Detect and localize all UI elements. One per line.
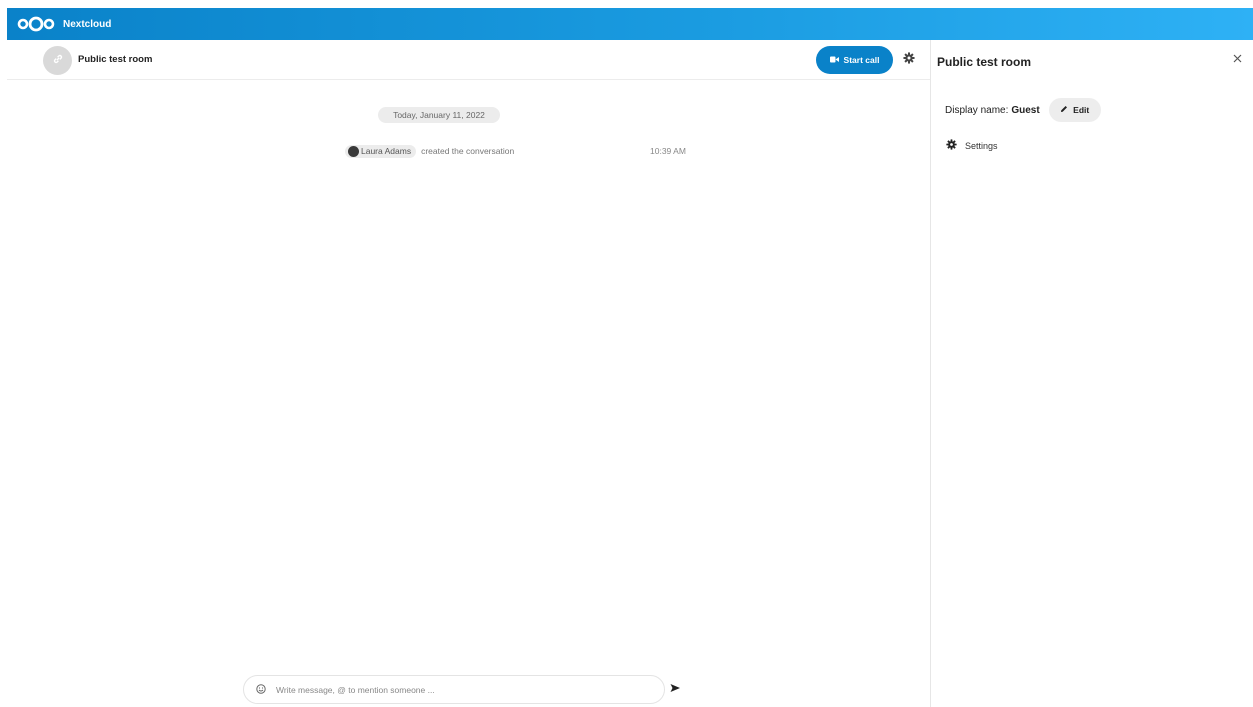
start-call-label: Start call: [843, 55, 880, 65]
edit-label: Edit: [1073, 105, 1090, 115]
system-message-text: created the conversation: [421, 146, 515, 156]
mention-name: Laura Adams: [361, 146, 412, 156]
sidebar-title: Public test room: [937, 55, 1032, 69]
message-timestamp: 10:39 AM: [650, 146, 686, 156]
nextcloud-logo[interactable]: Nextcloud: [17, 16, 111, 32]
gear-icon: [903, 51, 915, 69]
system-message: Laura Adams created the conversation: [345, 143, 514, 159]
edit-display-name-button[interactable]: Edit: [1048, 98, 1101, 122]
room-header: Public test room Start call: [7, 40, 930, 80]
send-button[interactable]: [667, 681, 683, 697]
close-sidebar-button[interactable]: [1230, 52, 1244, 66]
emoji-icon: [256, 681, 266, 699]
display-name-value: Guest: [1011, 104, 1040, 116]
message-input[interactable]: [276, 684, 646, 695]
settings-label: Settings: [965, 140, 998, 151]
display-name-row: Display name: Guest Edit: [945, 98, 1101, 122]
app-name: Nextcloud: [63, 18, 112, 30]
display-name-label: Display name:: [945, 104, 1009, 116]
chat-main: Public test room Start call Today, Janua…: [7, 40, 930, 707]
emoji-picker-button[interactable]: [254, 683, 268, 697]
video-camera-icon: [829, 55, 839, 65]
top-header-bar: Nextcloud: [7, 8, 1253, 40]
pencil-icon: [1060, 105, 1068, 115]
nextcloud-logo-icon: [17, 16, 55, 32]
room-avatar[interactable]: [43, 46, 72, 75]
send-icon: [670, 680, 681, 698]
sidebar-settings-link[interactable]: Settings: [946, 139, 998, 152]
start-call-button[interactable]: Start call: [816, 46, 893, 74]
avatar: [348, 145, 359, 157]
link-icon: [52, 52, 64, 70]
user-mention[interactable]: Laura Adams: [345, 144, 417, 158]
message-composer: [243, 675, 665, 704]
date-separator: Today, January 11, 2022: [378, 107, 500, 123]
conversation-settings-button[interactable]: [902, 51, 916, 69]
close-icon: [1233, 50, 1242, 68]
gear-icon: [946, 139, 957, 152]
room-title: Public test room: [78, 54, 153, 65]
right-sidebar: Public test room Display name: Guest Edi…: [930, 40, 1253, 707]
